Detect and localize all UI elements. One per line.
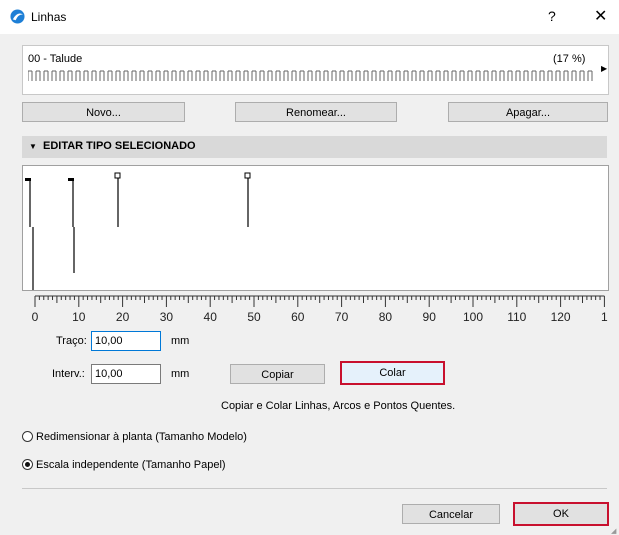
scale-paper-label[interactable]: Escala independente (Tamanho Papel): [36, 459, 226, 471]
ruler-label: 70: [335, 310, 349, 324]
rename-button[interactable]: Renomear...: [235, 102, 397, 122]
hotspot-handle-1: [114, 172, 121, 179]
paste-button[interactable]: Colar: [340, 361, 445, 385]
resize-grip-icon[interactable]: ◢: [611, 527, 616, 535]
clipboard-hint: Copiar e Colar Linhas, Arcos e Pontos Qu…: [221, 400, 456, 412]
ruler-label: 40: [204, 310, 218, 324]
dash-input[interactable]: 10,00: [91, 331, 161, 351]
ruler-label: 50: [247, 310, 261, 324]
copy-button[interactable]: Copiar: [230, 364, 325, 384]
hotspot-handle-2: [244, 172, 251, 179]
app-icon: [10, 9, 25, 24]
title-bar: [0, 0, 619, 34]
pattern-editor-canvas[interactable]: [22, 165, 609, 291]
ruler-label: 10: [72, 310, 86, 324]
ruler-label: 80: [379, 310, 393, 324]
pattern-editor-drawing[interactable]: [23, 166, 608, 290]
line-pattern-strip: [28, 70, 593, 81]
ruler-label: 60: [291, 310, 305, 324]
line-type-percent: (17 %): [553, 53, 586, 65]
ruler-label: 0: [32, 310, 39, 324]
ruler-label: 110: [507, 310, 526, 324]
ruler-label: 90: [423, 310, 437, 324]
ruler-label: 1: [601, 310, 608, 324]
line-type-name: 00 - Talude: [28, 53, 83, 65]
delete-button[interactable]: Apagar...: [448, 102, 608, 122]
gap-label: Interv.:: [52, 368, 85, 380]
gap-input[interactable]: 10,00: [91, 364, 161, 384]
separator: [22, 488, 607, 489]
ruler-label: 30: [160, 310, 174, 324]
ruler-label: 100: [463, 310, 483, 324]
cancel-button[interactable]: Cancelar: [402, 504, 500, 524]
help-button[interactable]: ?: [548, 8, 556, 24]
dash-label: Traço:: [56, 335, 87, 347]
scale-model-radio[interactable]: [22, 431, 33, 442]
gap-unit: mm: [171, 368, 190, 380]
ok-button[interactable]: OK: [513, 502, 609, 526]
dash-unit: mm: [171, 335, 190, 347]
ruler-label: 20: [116, 310, 130, 324]
collapse-triangle-icon[interactable]: ▼: [29, 142, 37, 151]
new-button[interactable]: Novo...: [22, 102, 185, 122]
window-title: Linhas: [31, 10, 67, 24]
close-button[interactable]: ✕: [594, 6, 607, 26]
ruler-label: 120: [551, 310, 571, 324]
ruler: 0 10 20 30 40 50 60 70 80 90 100 110 120 1: [32, 295, 608, 324]
scale-paper-radio[interactable]: [22, 459, 33, 470]
section-title: EDITAR TIPO SELECIONADO: [43, 140, 196, 152]
scroll-right-icon[interactable]: ▶: [601, 64, 607, 73]
scale-model-label[interactable]: Redimensionar à planta (Tamanho Modelo): [36, 431, 247, 443]
